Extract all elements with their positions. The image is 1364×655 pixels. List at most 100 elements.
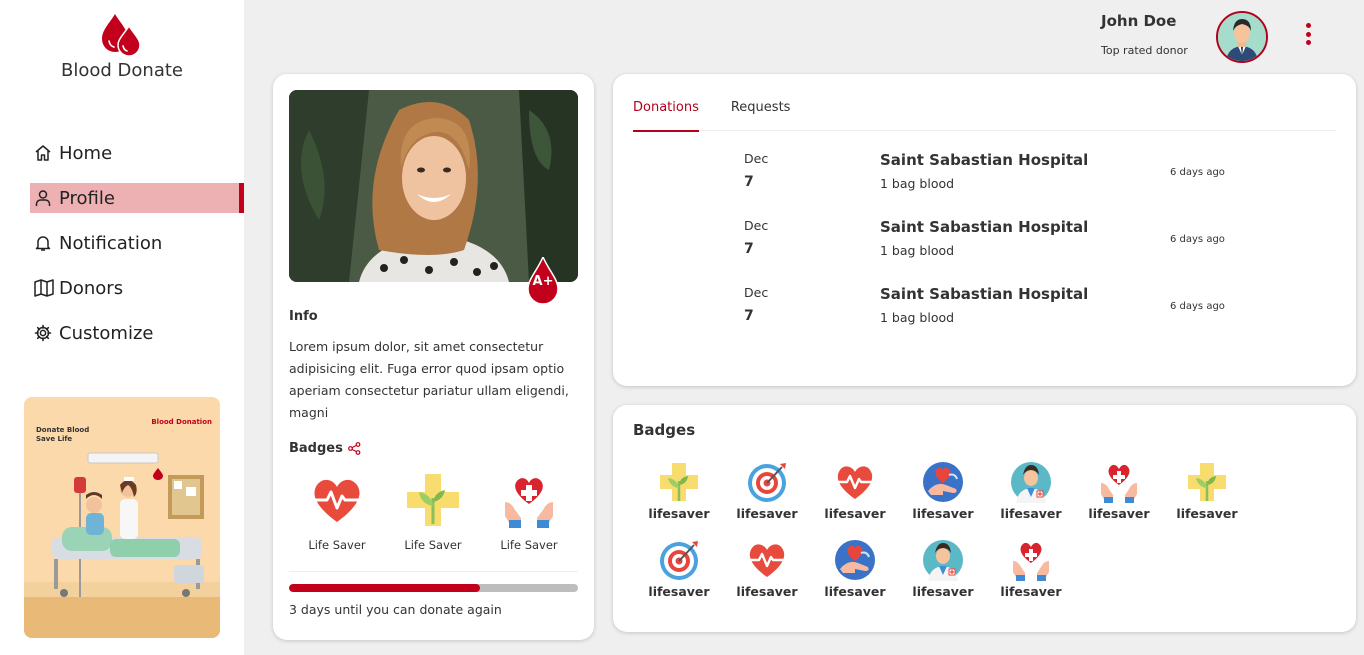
gear-icon	[34, 322, 56, 344]
hands-heart-icon	[1098, 461, 1140, 503]
badge-item[interactable]: lifesaver	[899, 461, 987, 521]
tab-requests[interactable]: Requests	[731, 96, 791, 131]
badge-label: lifesaver	[736, 506, 798, 521]
hospital-illustration	[24, 452, 220, 638]
cross-plant-icon	[407, 474, 459, 526]
badge-item[interactable]: lifesaver	[811, 539, 899, 599]
profile-badge-label: Life Saver	[500, 538, 558, 552]
hands-heart-icon	[505, 478, 553, 528]
sidebar-item-label: Profile	[59, 187, 115, 209]
avatar-person-icon	[1218, 13, 1266, 61]
donation-time: 6 days ago	[1170, 301, 1225, 312]
sidebar-item-customize[interactable]: Customize	[30, 318, 244, 348]
profile-badge-label: Life Saver	[308, 538, 366, 552]
doctor-icon	[922, 539, 964, 581]
promo-banner[interactable]: Donate Blood Save Life Blood Donation	[24, 397, 220, 638]
donation-day: 7	[744, 174, 754, 190]
promo-brand: Blood Donation	[151, 418, 212, 480]
donation-row[interactable]: Dec 7 Saint Sabastian Hospital 1 bag blo…	[613, 285, 1356, 345]
sidebar-item-label: Home	[59, 142, 113, 164]
info-text: Lorem ipsum dolor, sit amet consectetur …	[289, 339, 569, 420]
promo-headline-line2: Save Life	[36, 435, 73, 443]
profile-badge[interactable]: Life Saver	[289, 472, 385, 552]
divider	[289, 571, 578, 572]
badge-label: lifesaver	[736, 584, 798, 599]
donation-amount: 1 bag blood	[880, 310, 955, 325]
badge-label: lifesaver	[1000, 584, 1062, 599]
user-name: John Doe	[1101, 12, 1177, 30]
map-icon	[34, 277, 56, 299]
promo-headline: Donate Blood Save Life	[36, 426, 89, 444]
donation-month: Dec	[744, 218, 769, 233]
donation-time: 6 days ago	[1170, 234, 1225, 245]
profile-badge[interactable]: Life Saver	[385, 472, 481, 552]
badge-item[interactable]: lifesaver	[899, 539, 987, 599]
tab-bar: Donations Requests	[633, 96, 1336, 132]
badge-item[interactable]: lifesaver	[1075, 461, 1163, 521]
badge-label: lifesaver	[648, 506, 710, 521]
badge-item[interactable]: lifesaver	[987, 539, 1075, 599]
badge-label: lifesaver	[912, 506, 974, 521]
donation-hospital: Saint Sabastian Hospital	[880, 285, 1089, 303]
progress-fill	[289, 584, 480, 592]
badges-card-title: Badges	[633, 421, 696, 439]
donation-time: 6 days ago	[1170, 167, 1225, 178]
badge-item[interactable]: lifesaver	[723, 539, 811, 599]
badge-label: lifesaver	[824, 584, 886, 599]
user-avatar[interactable]	[1216, 11, 1268, 63]
badge-item[interactable]: lifesaver	[635, 461, 723, 521]
donation-amount: 1 bag blood	[880, 243, 955, 258]
donation-cooldown-progress	[289, 584, 578, 592]
badge-item[interactable]: lifesaver	[811, 461, 899, 521]
profile-badge[interactable]: Life Saver	[481, 472, 577, 552]
donations-card: Donations Requests Dec 7 Saint Sabastian…	[613, 74, 1356, 386]
donation-row[interactable]: Dec 7 Saint Sabastian Hospital 1 bag blo…	[613, 218, 1356, 278]
donation-month: Dec	[744, 285, 769, 300]
donation-month: Dec	[744, 151, 769, 166]
heart-pulse-icon	[834, 461, 876, 503]
sidebar-item-label: Customize	[59, 322, 154, 344]
sidebar-item-label: Donors	[59, 277, 124, 299]
cross-plant-icon	[1186, 461, 1228, 503]
share-icon[interactable]	[347, 442, 361, 455]
heart-pulse-icon	[313, 479, 361, 522]
target-icon	[746, 461, 788, 503]
user-subtitle: Top rated donor	[1101, 44, 1188, 57]
target-icon	[658, 539, 700, 581]
sidebar-item-home[interactable]: Home	[30, 138, 244, 168]
hand-heart-icon	[922, 461, 964, 503]
badge-item[interactable]: lifesaver	[1163, 461, 1251, 521]
user-icon	[34, 187, 56, 209]
tab-donations[interactable]: Donations	[633, 96, 699, 132]
profile-card: A+ Info Lorem ipsum dolor, sit amet cons…	[273, 74, 594, 640]
blood-drops-icon	[102, 14, 141, 56]
sidebar-item-donors[interactable]: Donors	[30, 273, 244, 303]
badge-label: lifesaver	[1000, 506, 1062, 521]
donation-row[interactable]: Dec 7 Saint Sabastian Hospital 1 bag blo…	[613, 151, 1356, 211]
kebab-dot	[1305, 40, 1311, 45]
badge-item[interactable]: lifesaver	[987, 461, 1075, 521]
sidebar-item-label: Notification	[59, 232, 163, 254]
brand-logo[interactable]: Blood Donate	[0, 12, 244, 81]
badge-label: lifesaver	[648, 584, 710, 599]
kebab-dot	[1305, 23, 1311, 28]
sidebar-item-notification[interactable]: Notification	[30, 228, 244, 258]
badge-label: lifesaver	[1088, 506, 1150, 521]
donation-day: 7	[744, 308, 754, 324]
donation-amount: 1 bag blood	[880, 176, 955, 191]
blood-type-label: A+	[532, 274, 554, 289]
profile-photo	[289, 90, 578, 282]
sidebar-item-profile[interactable]: Profile	[30, 183, 244, 213]
promo-headline-line1: Donate Blood	[36, 426, 90, 434]
brand-name: Blood Donate	[61, 60, 183, 81]
cross-plant-icon	[658, 461, 700, 503]
doctor-icon	[1010, 461, 1052, 503]
badge-item[interactable]: lifesaver	[723, 461, 811, 521]
more-menu-button[interactable]	[1300, 21, 1316, 47]
profile-badge-label: Life Saver	[404, 538, 462, 552]
badge-label: lifesaver	[1176, 506, 1238, 521]
profile-badges-title-text: Badges	[289, 441, 343, 456]
badge-label: lifesaver	[824, 506, 886, 521]
badge-item[interactable]: lifesaver	[635, 539, 723, 599]
donation-day: 7	[744, 241, 754, 257]
